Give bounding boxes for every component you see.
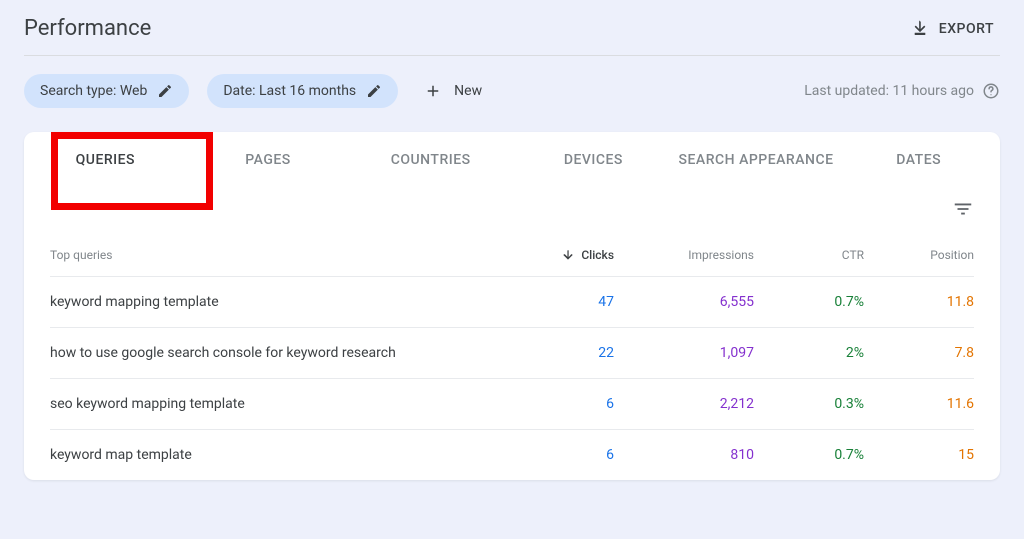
impressions-cell: 6,555: [614, 294, 754, 310]
header: Performance EXPORT: [0, 0, 1024, 55]
help-icon[interactable]: [982, 82, 1000, 100]
tabs: QUERIES PAGES COUNTRIES DEVICES SEARCH A…: [24, 132, 1000, 188]
table-row[interactable]: how to use google search console for key…: [50, 327, 974, 378]
col-clicks[interactable]: Clicks: [494, 248, 614, 262]
tab-countries[interactable]: COUNTRIES: [349, 132, 512, 188]
plus-icon: [424, 82, 442, 100]
date-label: Date: Last 16 months: [223, 83, 356, 99]
table-row[interactable]: keyword map template 6 810 0.7% 15: [50, 429, 974, 480]
tab-dates[interactable]: DATES: [837, 132, 1000, 188]
results-card: QUERIES PAGES COUNTRIES DEVICES SEARCH A…: [24, 132, 1000, 480]
impressions-cell: 1,097: [614, 345, 754, 361]
filter-icon[interactable]: [952, 198, 974, 220]
position-cell: 15: [864, 447, 974, 463]
page-title: Performance: [24, 16, 151, 41]
search-type-chip[interactable]: Search type: Web: [24, 74, 189, 108]
ctr-cell: 0.3%: [754, 396, 864, 412]
query-cell: seo keyword mapping template: [50, 396, 494, 412]
arrow-down-icon: [561, 248, 575, 262]
clicks-cell: 6: [494, 396, 614, 412]
tab-search-appearance[interactable]: SEARCH APPEARANCE: [675, 132, 838, 188]
tab-pages[interactable]: PAGES: [187, 132, 350, 188]
filter-left: Search type: Web Date: Last 16 months Ne…: [24, 74, 490, 108]
clicks-cell: 47: [494, 294, 614, 310]
last-updated: Last updated: 11 hours ago: [804, 82, 1000, 100]
new-label: New: [454, 83, 482, 99]
position-cell: 11.8: [864, 294, 974, 310]
table-header: Top queries Clicks Impressions CTR Posit…: [50, 220, 974, 276]
tab-queries[interactable]: QUERIES: [24, 132, 187, 188]
position-cell: 7.8: [864, 345, 974, 361]
col-ctr[interactable]: CTR: [754, 248, 864, 262]
export-label: EXPORT: [939, 21, 994, 37]
filter-bar: Search type: Web Date: Last 16 months Ne…: [0, 56, 1024, 132]
tab-devices[interactable]: DEVICES: [512, 132, 675, 188]
search-type-label: Search type: Web: [40, 83, 147, 99]
download-icon: [911, 20, 929, 38]
table-row[interactable]: seo keyword mapping template 6 2,212 0.3…: [50, 378, 974, 429]
query-cell: keyword mapping template: [50, 294, 494, 310]
export-button[interactable]: EXPORT: [911, 20, 1000, 38]
last-updated-text: Last updated: 11 hours ago: [804, 83, 974, 99]
pencil-icon: [366, 83, 382, 99]
position-cell: 11.6: [864, 396, 974, 412]
clicks-cell: 22: [494, 345, 614, 361]
table-filter-row: [24, 188, 1000, 220]
col-queries[interactable]: Top queries: [50, 248, 494, 262]
col-position[interactable]: Position: [864, 248, 974, 262]
impressions-cell: 810: [614, 447, 754, 463]
col-impressions[interactable]: Impressions: [614, 248, 754, 262]
ctr-cell: 2%: [754, 345, 864, 361]
col-clicks-label: Clicks: [581, 248, 614, 262]
table-row[interactable]: keyword mapping template 47 6,555 0.7% 1…: [50, 276, 974, 327]
new-filter-button[interactable]: New: [416, 82, 490, 100]
impressions-cell: 2,212: [614, 396, 754, 412]
query-cell: how to use google search console for key…: [50, 345, 494, 361]
clicks-cell: 6: [494, 447, 614, 463]
pencil-icon: [157, 83, 173, 99]
date-chip[interactable]: Date: Last 16 months: [207, 74, 398, 108]
ctr-cell: 0.7%: [754, 447, 864, 463]
queries-table: Top queries Clicks Impressions CTR Posit…: [24, 220, 1000, 480]
ctr-cell: 0.7%: [754, 294, 864, 310]
query-cell: keyword map template: [50, 447, 494, 463]
